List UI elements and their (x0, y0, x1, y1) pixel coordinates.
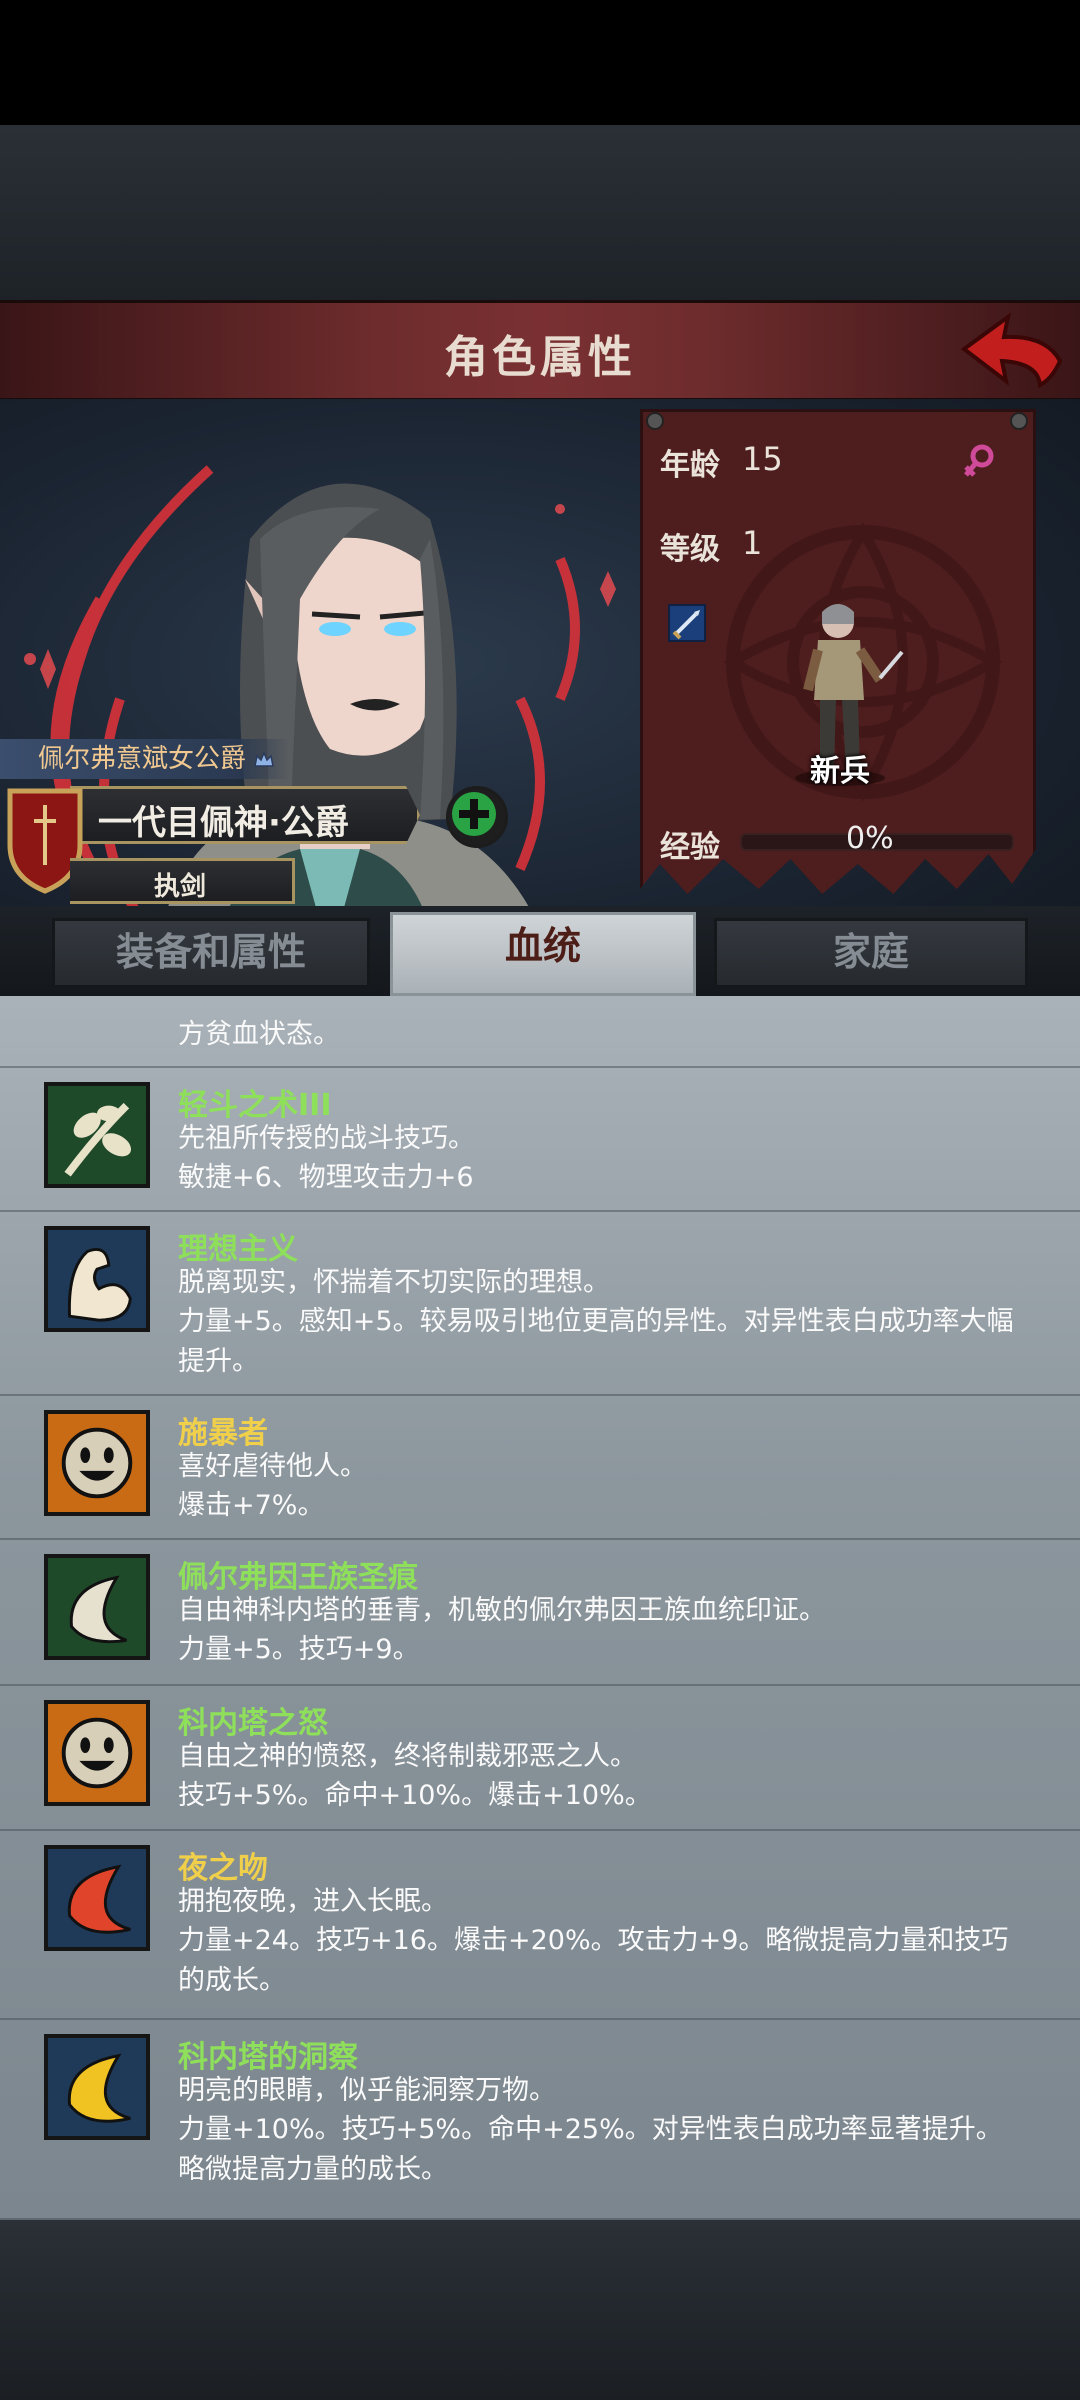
trait-name: 理想主义 (178, 1232, 298, 1267)
female-gender-icon (964, 444, 994, 477)
list-item-partial: 方贫血状态。 (0, 996, 1080, 1068)
level-value: 1 (742, 524, 763, 562)
status-bar (0, 0, 1080, 125)
trait-name: 科内塔的洞察 (178, 2040, 358, 2075)
character-role: 执剑 (154, 872, 207, 902)
trait-description: 明亮的眼睛，似乎能洞察万物。 (178, 2075, 556, 2106)
trait-row[interactable]: 理想主义 脱离现实，怀揣着不切实际的理想。力量+5。感知+5。较易吸引地位更高的异… (0, 1212, 1080, 1396)
role-plate: 执剑 (70, 858, 295, 904)
title-bar: 角色属性 (0, 300, 1080, 402)
class-label: 新兵 (810, 754, 870, 789)
trait-name: 科内塔之怒 (178, 1706, 328, 1741)
trait-name: 夜之吻 (178, 1851, 268, 1886)
trait-effect: 力量+24。技巧+16。爆击+20%。攻击力+9。略微提高力量和技巧的成长。 (178, 1925, 1009, 1996)
character-name: 一代目佩神·公爵 (98, 803, 349, 843)
trait-description: 脱离现实，怀揣着不切实际的理想。 (178, 1267, 610, 1298)
rivet (646, 412, 664, 430)
back-arrow-icon[interactable] (956, 309, 1066, 393)
bottom-background (0, 2220, 1080, 2400)
tab-bloodline[interactable]: 血统 (390, 912, 696, 996)
plus-icon (452, 792, 496, 836)
exp-value: 0% (846, 821, 894, 856)
bloodline-trait-list[interactable]: 方贫血状态。 轻斗之术III 先祖所传授的战斗技巧。 敏捷+6、物理攻击力+6 理想主… (0, 996, 1080, 2220)
trait-row[interactable]: 施暴者 喜好虐待他人。 爆击+7%。 (0, 1396, 1080, 1540)
trait-row[interactable]: 科内塔之怒 自由之神的愤怒，终将制裁邪恶之人。 技巧+5%。命中+10%。爆击+10… (0, 1686, 1080, 1831)
top-background (0, 125, 1080, 305)
trait-description: 自由之神的愤怒，终将制裁邪恶之人。 (178, 1741, 637, 1772)
trait-effect: 敏捷+6、物理攻击力+6 (178, 1162, 474, 1193)
weapon-sword-icon[interactable] (668, 604, 706, 642)
trait-row[interactable]: 夜之吻 拥抱夜晚，进入长眠。力量+24。技巧+16。爆击+20%。攻击力+9。略微… (0, 1831, 1080, 2020)
white-crescent-icon (44, 1554, 150, 1660)
age-value: 15 (742, 440, 783, 478)
trait-description: 先祖所传授的战斗技巧。 (178, 1123, 475, 1154)
exp-label: 经验 (660, 830, 720, 865)
trait-description: 喜好虐待他人。 (178, 1451, 367, 1482)
smiley-face-icon (44, 1700, 150, 1806)
level-label: 等级 (660, 532, 720, 567)
trait-row[interactable]: 科内塔的洞察 明亮的眼睛，似乎能洞察万物。力量+10%。技巧+5%。命中+25%。… (0, 2020, 1080, 2220)
rivet (1010, 412, 1028, 430)
name-plate: 一代目佩神·公爵 (70, 786, 420, 844)
trait-effect: 力量+5。感知+5。较易吸引地位更高的异性。对异性表白成功率大幅提升。 (178, 1306, 1014, 1377)
page-title: 角色属性 (444, 332, 636, 383)
red-crescent-icon (44, 1845, 150, 1951)
trait-effect: 爆击+7%。 (178, 1490, 325, 1521)
trait-partial-text: 方贫血状态。 (178, 1019, 340, 1050)
trait-row[interactable]: 佩尔弗因王族圣痕 自由神科内塔的垂青，机敏的佩尔弗因王族血统印证。 力量+5。技巧+… (0, 1540, 1080, 1686)
age-label: 年龄 (660, 448, 720, 483)
smiley-face-icon (44, 1410, 150, 1516)
trait-description: 拥抱夜晚，进入长眠。 (178, 1886, 448, 1917)
leaf-branch-icon (44, 1082, 150, 1188)
crown-badge-icon (254, 751, 274, 767)
trait-description: 自由神科内塔的垂青，机敏的佩尔弗因王族血统印证。 (178, 1595, 826, 1626)
trait-effect: 力量+10%。技巧+5%。命中+25%。对异性表白成功率显著提升。略微提高力量的… (178, 2114, 1003, 2185)
trait-effect: 技巧+5%。命中+10%。爆击+10%。 (178, 1780, 652, 1811)
trait-name: 佩尔弗因王族圣痕 (178, 1560, 418, 1595)
add-title-button[interactable] (446, 786, 508, 848)
yellow-crescent-icon (44, 2034, 150, 2140)
tab-equipment-attributes[interactable]: 装备和属性 (52, 918, 370, 988)
tab-family[interactable]: 家庭 (714, 918, 1028, 988)
trait-name: 施暴者 (178, 1416, 268, 1451)
trait-row[interactable]: 轻斗之术III 先祖所传授的战斗技巧。 敏捷+6、物理攻击力+6 (0, 1068, 1080, 1212)
tab-bar: 装备和属性 血统 家庭 (0, 906, 1080, 996)
flexed-arm-icon (44, 1226, 150, 1332)
trait-effect: 力量+5。技巧+9。 (178, 1634, 420, 1665)
trait-name: 轻斗之术III (178, 1088, 332, 1123)
rank-label: 佩尔弗意斌女公爵 (0, 739, 290, 779)
